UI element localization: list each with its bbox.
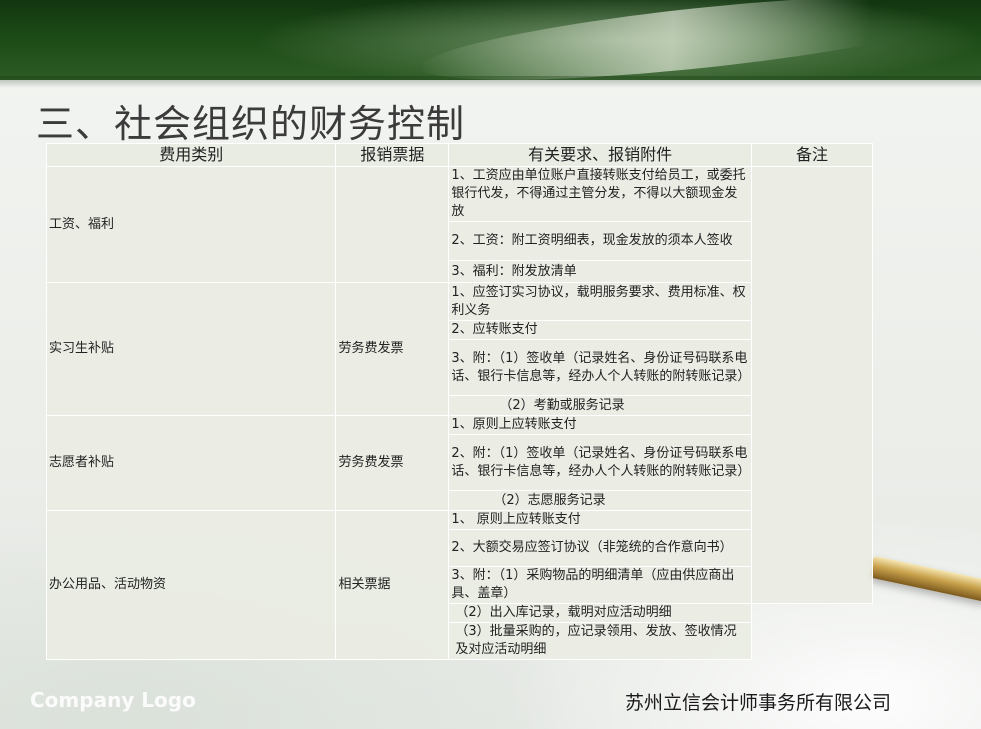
requirement-cell: 2、附：（1）签收单（记录姓名、身份证号码联系电话、银行卡信息等，经办人个人转账… <box>448 434 752 491</box>
company-name: 苏州立信会计师事务所有限公司 <box>625 692 892 714</box>
requirement-cell: （2）出入库记录，载明对应活动明细 <box>448 603 752 623</box>
expense-control-table: 费用类别 报销票据 有关要求、报销附件 备注 工资、福利 1、工资应由单位账户直… <box>45 143 874 660</box>
header-notes: 备注 <box>750 143 874 167</box>
requirement-cell: （2）志愿服务记录 <box>448 490 752 511</box>
category-cell: 实习生补贴 <box>45 282 337 416</box>
header-receipt: 报销票据 <box>335 143 450 167</box>
receipt-cell: 相关票据 <box>335 510 450 660</box>
requirement-cell: 1、应签订实习协议，载明服务要求、费用标准、权利义务 <box>448 282 752 321</box>
receipt-cell <box>335 166 450 283</box>
table-row: 实习生补贴 劳务费发票 1、应签订实习协议，载明服务要求、费用标准、权利义务 <box>45 282 873 416</box>
table-row: 工资、福利 1、工资应由单位账户直接转账支付给员工，或委托银行代发，不得通过主管… <box>45 166 874 604</box>
company-logo: Company Logo <box>30 688 196 712</box>
category-cell: 志愿者补贴 <box>45 415 337 511</box>
header-requirements: 有关要求、报销附件 <box>448 143 752 167</box>
requirement-cell: 1、工资应由单位账户直接转账支付给员工，或委托银行代发，不得通过主管分发，不得以… <box>448 166 752 222</box>
table-row: 志愿者补贴 劳务费发票 1、原则上应转账支付 <box>45 415 873 511</box>
requirement-cell: 2、应转账支付 <box>448 320 752 340</box>
header-shadow <box>0 76 981 88</box>
notes-cell <box>750 166 874 604</box>
requirement-cell: 2、大额交易应签订协议（非笼统的合作意向书） <box>448 529 752 567</box>
requirement-cell: （2）考勤或服务记录 <box>448 395 752 416</box>
table-row: 办公用品、活动物资 相关票据 1、 原则上应转账支付 <box>45 510 873 660</box>
receipt-cell: 劳务费发票 <box>335 282 450 416</box>
requirement-cell: 3、附：（1）采购物品的明细清单（应由供应商出具、盖章） <box>448 566 752 604</box>
category-cell: 工资、福利 <box>45 166 337 283</box>
receipt-cell: 劳务费发票 <box>335 415 450 511</box>
requirement-cell: （3）批量采购的，应记录领用、发放、签收情况及对应活动明细 <box>448 622 752 660</box>
header-category: 费用类别 <box>45 143 337 167</box>
requirement-cell: 1、 原则上应转账支付 <box>448 510 752 530</box>
requirement-cell: 1、原则上应转账支付 <box>448 415 752 435</box>
table-header-row: 费用类别 报销票据 有关要求、报销附件 备注 <box>45 143 874 167</box>
requirement-cell: 3、附：（1）签收单（记录姓名、身份证号码联系电话、银行卡信息等，经办人个人转账… <box>448 339 752 396</box>
category-cell: 办公用品、活动物资 <box>45 510 337 660</box>
slide-title: 三、社会组织的财务控制 <box>36 102 466 146</box>
requirement-cell: 2、工资：附工资明细表，现金发放的须本人签收 <box>448 221 752 261</box>
requirement-cell: 3、福利：附发放清单 <box>448 260 752 283</box>
